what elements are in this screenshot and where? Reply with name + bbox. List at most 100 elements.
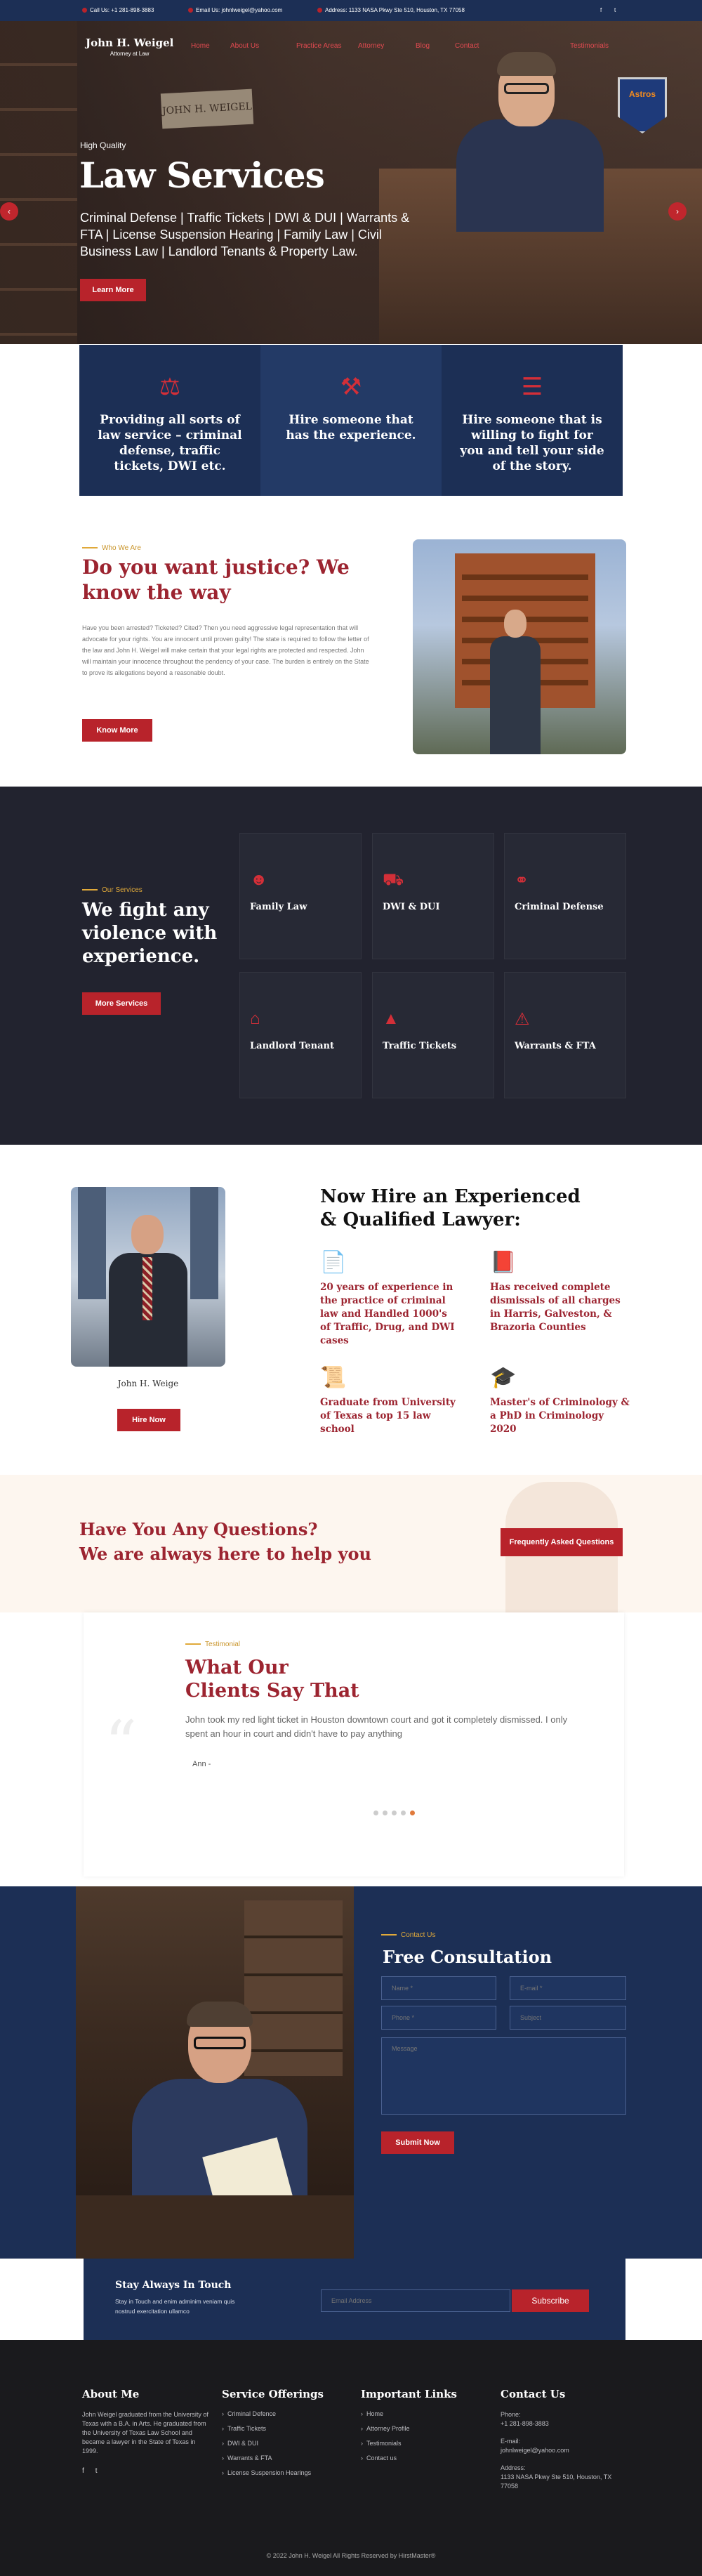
footer-contact-title: Contact Us <box>501 2388 566 2400</box>
carousel-dot[interactable] <box>401 1811 406 1815</box>
topbar-phone[interactable]: Call Us: +1 281-898-3883 <box>82 7 154 13</box>
about-title: Do you want justice? We know the way <box>82 556 350 604</box>
footer-service-link[interactable]: › Warrants & FTA <box>222 2455 324 2462</box>
name-field[interactable] <box>381 1976 496 2000</box>
footer-service-link[interactable]: › Traffic Tickets <box>222 2425 324 2432</box>
nav-about[interactable]: About Us <box>230 42 259 50</box>
copyright: © 2022 John H. Weigel All Rights Reserve… <box>266 2552 436 2559</box>
hire-attorney-photo <box>71 1187 225 1367</box>
carousel-dot[interactable] <box>383 1811 388 1815</box>
nav-blog[interactable]: Blog <box>416 42 430 50</box>
subject-field[interactable] <box>510 2006 626 2030</box>
slider-prev-arrow[interactable]: ‹ <box>0 202 18 221</box>
feature-box: ⚒ Hire someone that has the experience. <box>260 345 442 496</box>
qualification-item: 📄 20 years of experience in the practice… <box>320 1249 461 1348</box>
topbar-address: Address: 1133 NASA Pkwy Ste 510, Houston… <box>317 7 465 13</box>
nav-home[interactable]: Home <box>191 42 210 50</box>
hero-title: Law Services <box>79 155 325 196</box>
services-section: Our Services We fight any violence with … <box>0 787 702 1145</box>
gavel-icon: ⚒ <box>340 374 362 400</box>
footer-service-link[interactable]: › Criminal Defence <box>222 2410 324 2417</box>
site-logo[interactable]: John H. Weigel Attorney at Law <box>86 37 173 57</box>
footer-service-link[interactable]: › DWI & DUI <box>222 2440 324 2447</box>
chevron-right-icon: › <box>361 2425 363 2432</box>
phone-field[interactable] <box>381 2006 496 2030</box>
footer-email[interactable]: E-mail: johnlweigel@yahoo.com <box>501 2437 627 2455</box>
email-field[interactable] <box>510 1976 626 2000</box>
learn-more-button[interactable]: Learn More <box>80 279 146 301</box>
faq-button[interactable]: Frequently Asked Questions <box>501 1528 623 1556</box>
feature-text: Providing all sorts of law service – cri… <box>98 413 242 473</box>
hero-slider: JOHN H. WEIGEL Astros John H. Weigel Att… <box>0 21 702 344</box>
footer-link[interactable]: › Contact us <box>361 2455 457 2462</box>
carousel-dot[interactable] <box>373 1811 378 1815</box>
service-card-warrants-fta[interactable]: ⚠ Warrants & FTA <box>504 972 626 1098</box>
nav-practice-areas[interactable]: Practice Areas <box>296 42 341 50</box>
carousel-dot-active[interactable] <box>410 1811 415 1815</box>
service-card-family-law[interactable]: ☻ Family Law <box>239 833 362 959</box>
facebook-icon[interactable]: f <box>600 7 602 13</box>
newsletter-box: Stay Always In Touch Stay in Touch and e… <box>84 2259 625 2340</box>
footer-contact: Contact Us Phone: +1 281-898-3883 E-mail:… <box>501 2388 627 2491</box>
testimonial-title: What Our Clients Say That <box>185 1657 359 1702</box>
service-card-landlord-tenant[interactable]: ⌂ Landlord Tenant <box>239 972 362 1098</box>
footer-links-title: Important Links <box>361 2388 457 2400</box>
car-icon: ⛟ <box>383 870 404 889</box>
nav-contact[interactable]: Contact <box>455 42 479 50</box>
carousel-dot[interactable] <box>392 1811 397 1815</box>
footer-service-link[interactable]: › License Suspension Hearings <box>222 2469 324 2476</box>
bookshelf-image <box>0 21 77 344</box>
nav-attorney[interactable]: Attorney <box>358 42 384 50</box>
hire-title: Now Hire an Experienced & Qualified Lawy… <box>320 1186 581 1230</box>
footer-link[interactable]: › Attorney Profile <box>361 2425 457 2432</box>
footer-about-title: About Me <box>82 2388 140 2400</box>
slider-next-arrow[interactable]: › <box>668 202 687 221</box>
testimonial-quote: John took my red light ticket in Houston… <box>185 1714 568 1739</box>
footer-address: Address: 1133 NASA Pkwy Ste 510, Houston,… <box>501 2464 612 2490</box>
hire-now-button[interactable]: Hire Now <box>117 1409 180 1431</box>
law-book-icon: 📕 <box>490 1251 517 1274</box>
contact-kicker: Contact Us <box>381 1931 435 1939</box>
questions-title: Have You Any Questions? We are always her… <box>79 1519 371 1564</box>
twitter-icon[interactable]: t <box>614 7 616 13</box>
qualification-item: 🎓 Master's of Criminology & a PhD in Cri… <box>490 1364 630 1436</box>
top-bar: Call Us: +1 281-898-3883 Email Us: johnl… <box>0 0 702 21</box>
about-kicker: Who We Are <box>82 544 141 552</box>
about-attorney-photo <box>413 539 626 754</box>
chevron-right-icon: › <box>222 2440 224 2447</box>
message-field[interactable] <box>381 2037 626 2115</box>
newsletter-email-input[interactable] <box>321 2289 510 2312</box>
location-icon <box>317 8 322 13</box>
facebook-icon[interactable]: f <box>82 2467 84 2475</box>
logo-name: John H. Weigel <box>86 37 174 49</box>
phone-icon <box>82 8 87 13</box>
service-card-criminal-defense[interactable]: ⚭ Criminal Defense <box>504 833 626 959</box>
family-icon: ☻ <box>250 870 268 889</box>
footer-social: f t <box>82 2467 211 2475</box>
footer-services: Service Offerings › Criminal Defence › Tra… <box>222 2388 324 2484</box>
footer-phone: Phone: +1 281-898-3883 <box>501 2411 549 2427</box>
about-paragraph: Have you been arrested? Ticketed? Cited?… <box>82 624 369 676</box>
feature-box: ☰ Hire someone that is willing to fight … <box>442 345 623 496</box>
document-icon: 📄 <box>320 1251 347 1274</box>
astros-pennant: Astros <box>618 77 667 133</box>
service-card-dwi-dui[interactable]: ⛟ DWI & DUI <box>372 833 494 959</box>
know-more-button[interactable]: Know More <box>82 719 152 742</box>
chevron-right-icon: › <box>361 2455 363 2462</box>
subscribe-button[interactable]: Subscribe <box>512 2289 589 2312</box>
footer-link[interactable]: › Home <box>361 2410 457 2417</box>
traffic-cone-icon: ▲ <box>383 1009 399 1028</box>
tenant-icon: ⌂ <box>250 1009 260 1028</box>
more-services-button[interactable]: More Services <box>82 992 161 1015</box>
consultation-title: Free Consultation <box>383 1947 552 1967</box>
feature-box: ⚖ Providing all sorts of law service – c… <box>79 345 260 496</box>
footer-link[interactable]: › Testimonials <box>361 2440 457 2447</box>
twitter-icon[interactable]: t <box>95 2467 98 2475</box>
nav-testimonials[interactable]: Testimonials <box>570 42 609 50</box>
chevron-right-icon: › <box>361 2410 363 2417</box>
topbar-email[interactable]: Email Us: johnlweigel@yahoo.com <box>188 7 282 13</box>
submit-button[interactable]: Submit Now <box>381 2131 454 2154</box>
email-icon <box>188 8 193 13</box>
services-title: We fight any violence with experience. <box>82 900 218 967</box>
service-card-traffic-tickets[interactable]: ▲ Traffic Tickets <box>372 972 494 1098</box>
